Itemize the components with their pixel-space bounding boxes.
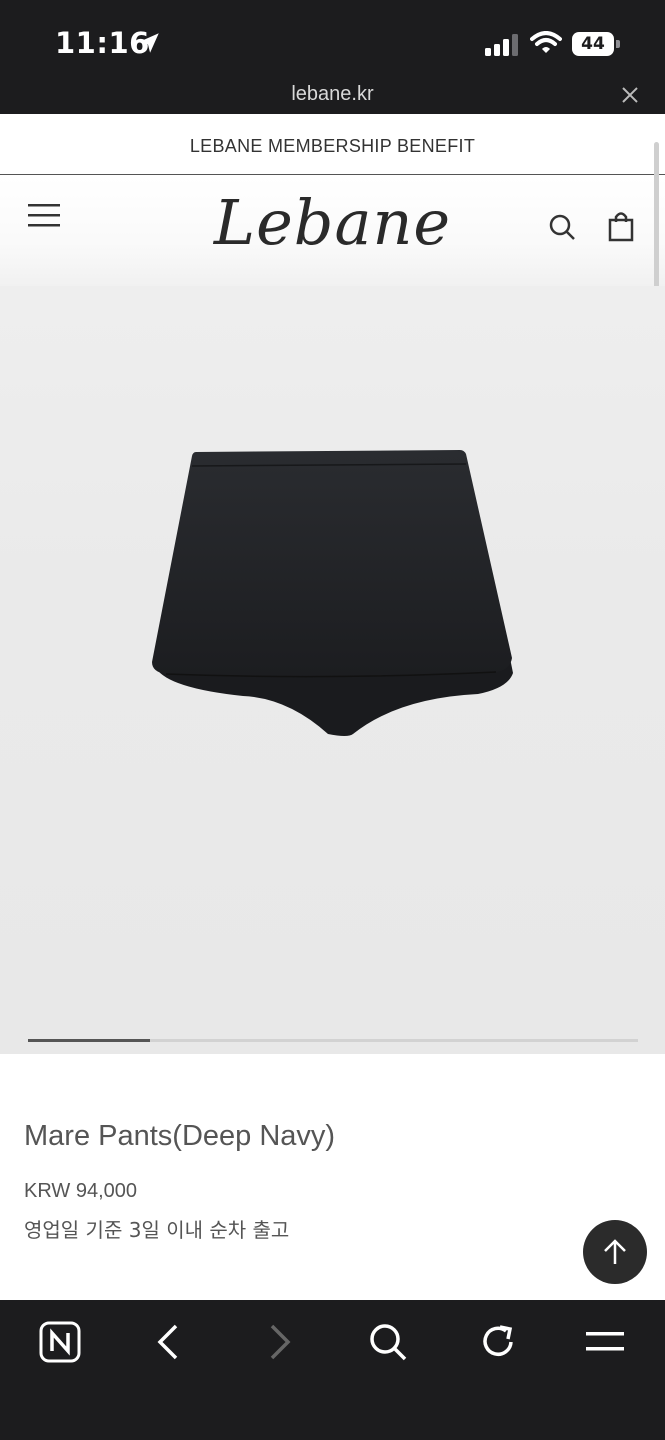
product-image-carousel[interactable] [0, 286, 665, 1054]
status-bar: 11:16 44 [0, 0, 665, 88]
close-icon[interactable] [620, 85, 640, 110]
arrow-up-icon [604, 1239, 626, 1264]
refresh-icon[interactable] [476, 1320, 520, 1369]
battery-icon: 44 [572, 32, 614, 56]
location-arrow-icon [136, 30, 162, 61]
forward-icon[interactable] [262, 1320, 296, 1369]
shipping-note: 영업일 기준 3일 이내 순차 출고 [24, 1218, 290, 1242]
back-icon[interactable] [152, 1320, 186, 1369]
carousel-progress [28, 1039, 638, 1042]
search-icon[interactable] [548, 213, 576, 246]
product-photo [148, 448, 520, 743]
announcement-bar[interactable]: LEBANE MEMBERSHIP BENEFIT [0, 114, 665, 175]
product-name: Mare Pants(Deep Navy) [24, 1120, 336, 1152]
naver-home-icon[interactable] [38, 1320, 82, 1369]
site-header: Lebane [0, 176, 665, 286]
url-text[interactable]: lebane.kr [0, 83, 665, 106]
scroll-to-top-button[interactable] [583, 1220, 647, 1284]
browser-bottom-bar [0, 1300, 665, 1440]
announcement-text[interactable]: LEBANE MEMBERSHIP BENEFIT [0, 136, 665, 157]
battery-cap [616, 40, 620, 48]
browser-url-bar[interactable]: lebane.kr [0, 80, 665, 114]
search-icon[interactable] [366, 1320, 410, 1369]
product-price: KRW 94,000 [24, 1180, 138, 1202]
menu-icon[interactable] [584, 1320, 626, 1369]
signal-icon [485, 34, 519, 61]
carousel-progress-fill [28, 1039, 150, 1042]
wifi-icon [530, 31, 562, 60]
shopping-bag-icon[interactable] [608, 210, 634, 247]
product-info: Mare Pants(Deep Navy) KRW 94,000 영업일 기준 … [0, 1054, 665, 1300]
